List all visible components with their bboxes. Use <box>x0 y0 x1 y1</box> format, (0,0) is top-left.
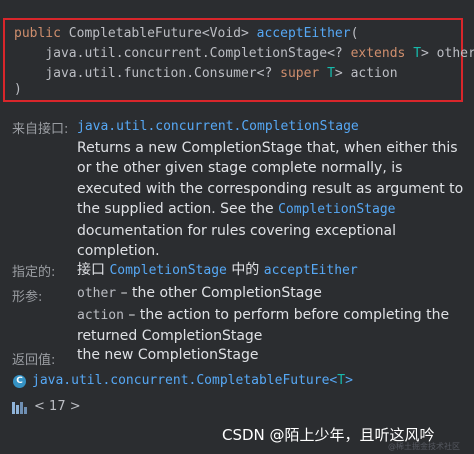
signature-line-3: java.util.function.Consumer<? super T> a… <box>14 66 398 82</box>
type-var-t: T <box>413 46 422 61</box>
completionstage-doc-link[interactable]: CompletionStage <box>278 202 395 217</box>
version-number: 17 <box>49 399 66 414</box>
signature-line-4: ) <box>14 82 22 98</box>
returns-text: the new CompletionStage <box>77 347 259 363</box>
param-other-tail: > other, <box>421 46 474 61</box>
param-desc-other: – the other CompletionStage <box>116 285 322 301</box>
returns-label: 返回值: <box>12 353 56 368</box>
param-type-action: java.util.function.Consumer<? <box>45 66 273 81</box>
specified-middle: 中的 <box>231 262 260 278</box>
keyword-super: super <box>280 66 320 81</box>
class-type-var: T <box>337 373 346 388</box>
class-icon: C <box>13 375 26 388</box>
specified-by-label: 指定的: <box>12 265 56 280</box>
specified-prefix: 接口 <box>77 262 105 278</box>
library-icon <box>12 400 30 414</box>
prev-version-button[interactable]: < <box>34 399 45 414</box>
specified-method-link[interactable]: acceptEither <box>264 263 358 278</box>
return-type: CompletableFuture<Void> <box>68 26 249 41</box>
description-part-2: documentation for rules covering excepti… <box>77 222 396 260</box>
juejin-watermark: @稀土掘金技术社区 <box>388 442 460 451</box>
param-type-other: java.util.concurrent.CompletionStage<? <box>45 46 343 61</box>
param-name-action: action <box>77 307 124 323</box>
description-part-1: Returns a new CompletionStage that, when… <box>77 139 464 218</box>
version-navigation: < 17 > <box>34 399 81 414</box>
generic-close: > <box>345 373 353 388</box>
signature-line-2: java.util.concurrent.CompletionStage<? e… <box>14 46 474 62</box>
params-content: other – the other CompletionStage action… <box>77 283 467 347</box>
from-interface-label: 来自接口: <box>12 122 69 137</box>
type-var-t: T <box>327 66 335 81</box>
next-version-button[interactable]: > <box>70 399 81 414</box>
keyword-extends: extends <box>350 46 406 61</box>
keyword-public: public <box>14 26 61 41</box>
param-action: action – the action to perform before co… <box>77 305 467 347</box>
param-name-other: other <box>77 286 117 301</box>
method-signature-block: public CompletableFuture<Void> acceptEit… <box>3 18 474 102</box>
specified-by-content: 接口 CompletionStage 中的 acceptEither <box>77 259 358 279</box>
from-interface-content: java.util.concurrent.CompletionStage Ret… <box>77 116 467 262</box>
param-other: other – the other CompletionStage <box>77 283 467 305</box>
param-action-tail: > action <box>334 66 398 81</box>
interface-link[interactable]: java.util.concurrent.CompletionStage <box>77 119 359 134</box>
param-desc-action: – the action to perform before completin… <box>77 306 450 345</box>
method-name: acceptEither <box>256 26 351 41</box>
open-paren: ( <box>350 26 359 41</box>
signature-line-1: public CompletableFuture<Void> acceptEit… <box>14 26 358 42</box>
close-paren: ) <box>14 82 22 97</box>
class-reference-link[interactable]: java.util.concurrent.CompletableFuture<T… <box>32 373 353 388</box>
class-name: java.util.concurrent.CompletableFuture <box>32 373 330 388</box>
specified-interface-link[interactable]: CompletionStage <box>109 263 226 278</box>
params-label: 形参: <box>12 290 43 305</box>
